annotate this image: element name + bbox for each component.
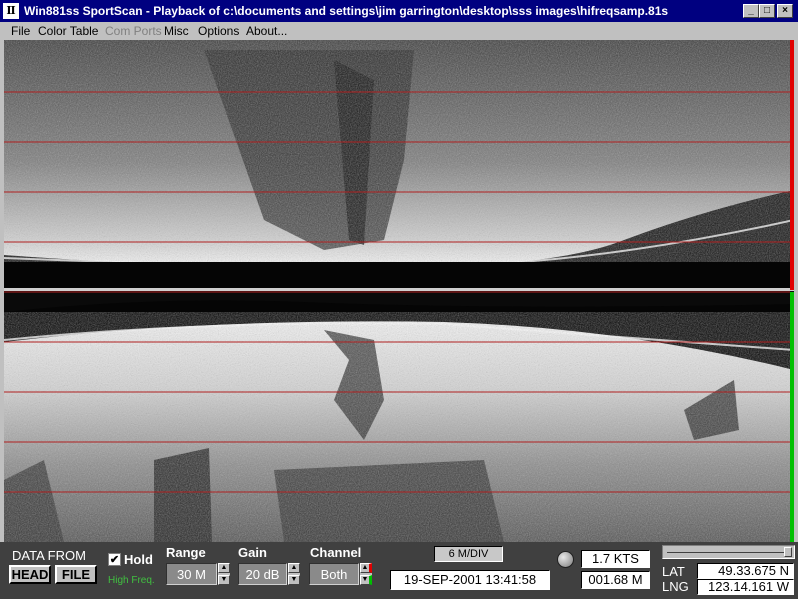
maximize-button[interactable]: □ [759, 4, 775, 18]
minimize-button[interactable]: _ [743, 4, 759, 18]
menu-bar: File Color Table Com Ports Misc Options … [0, 22, 798, 40]
sonar-image [4, 40, 794, 542]
range-label: Range [166, 545, 206, 560]
range-up-arrow[interactable]: ▲ [218, 563, 230, 573]
longitude-readout: 123.14.161 W [697, 579, 794, 595]
sonar-display[interactable] [4, 40, 794, 542]
speed-readout: 1.7 KTS [581, 550, 650, 568]
menu-com-ports[interactable]: Com Ports [105, 24, 162, 38]
date-time-readout: 19-SEP-2001 13:41:58 [390, 570, 550, 590]
channel-up-arrow[interactable]: ▲ [360, 563, 372, 573]
gain-up-arrow[interactable]: ▲ [288, 563, 300, 573]
app-icon[interactable]: Ⅱ [3, 3, 19, 19]
close-button[interactable]: × [777, 4, 793, 18]
channel-down-arrow[interactable]: ▼ [360, 575, 372, 585]
slider-track [667, 552, 790, 553]
high-freq-label: High Freq. [108, 575, 155, 586]
menu-misc[interactable]: Misc [164, 24, 189, 38]
playback-slider[interactable] [662, 545, 795, 559]
starboard-channel-indicator [790, 292, 794, 542]
hold-label: Hold [124, 552, 153, 567]
window-title: Win881ss SportScan - Playback of c:\docu… [24, 4, 669, 18]
title-bar: Ⅱ Win881ss SportScan - Playback of c:\do… [0, 0, 798, 22]
latitude-readout: 49.33.675 N [697, 563, 794, 579]
gain-field[interactable]: 20 dB [238, 563, 287, 585]
menu-about[interactable]: About... [246, 24, 287, 38]
range-field[interactable]: 30 M [166, 563, 217, 585]
range-spinner[interactable]: ▲ ▼ [218, 563, 230, 585]
channel-label: Channel [310, 545, 362, 560]
head-button[interactable]: HEAD [9, 565, 51, 584]
port-channel-indicator [790, 40, 794, 290]
menu-file[interactable]: File [11, 24, 30, 38]
scale-readout: 6 M/DIV [434, 546, 503, 562]
slider-thumb[interactable] [784, 547, 792, 557]
menu-color-table[interactable]: Color Table [38, 24, 98, 38]
hold-checkbox[interactable]: ✔ [108, 553, 121, 566]
menu-options[interactable]: Options [198, 24, 239, 38]
gain-spinner[interactable]: ▲ ▼ [288, 563, 300, 585]
lat-label: LAT [662, 564, 685, 579]
gain-label: Gain [238, 545, 267, 560]
channel-field[interactable]: Both [309, 563, 359, 585]
channel-spinner[interactable]: ▲ ▼ [360, 563, 372, 585]
distance-readout: 001.68 M [581, 571, 650, 589]
gain-down-arrow[interactable]: ▼ [288, 575, 300, 585]
status-lamp-icon [557, 551, 574, 568]
file-button[interactable]: FILE [55, 565, 97, 584]
data-from-label: DATA FROM [12, 548, 86, 563]
lng-label: LNG [662, 579, 689, 594]
range-down-arrow[interactable]: ▼ [218, 575, 230, 585]
